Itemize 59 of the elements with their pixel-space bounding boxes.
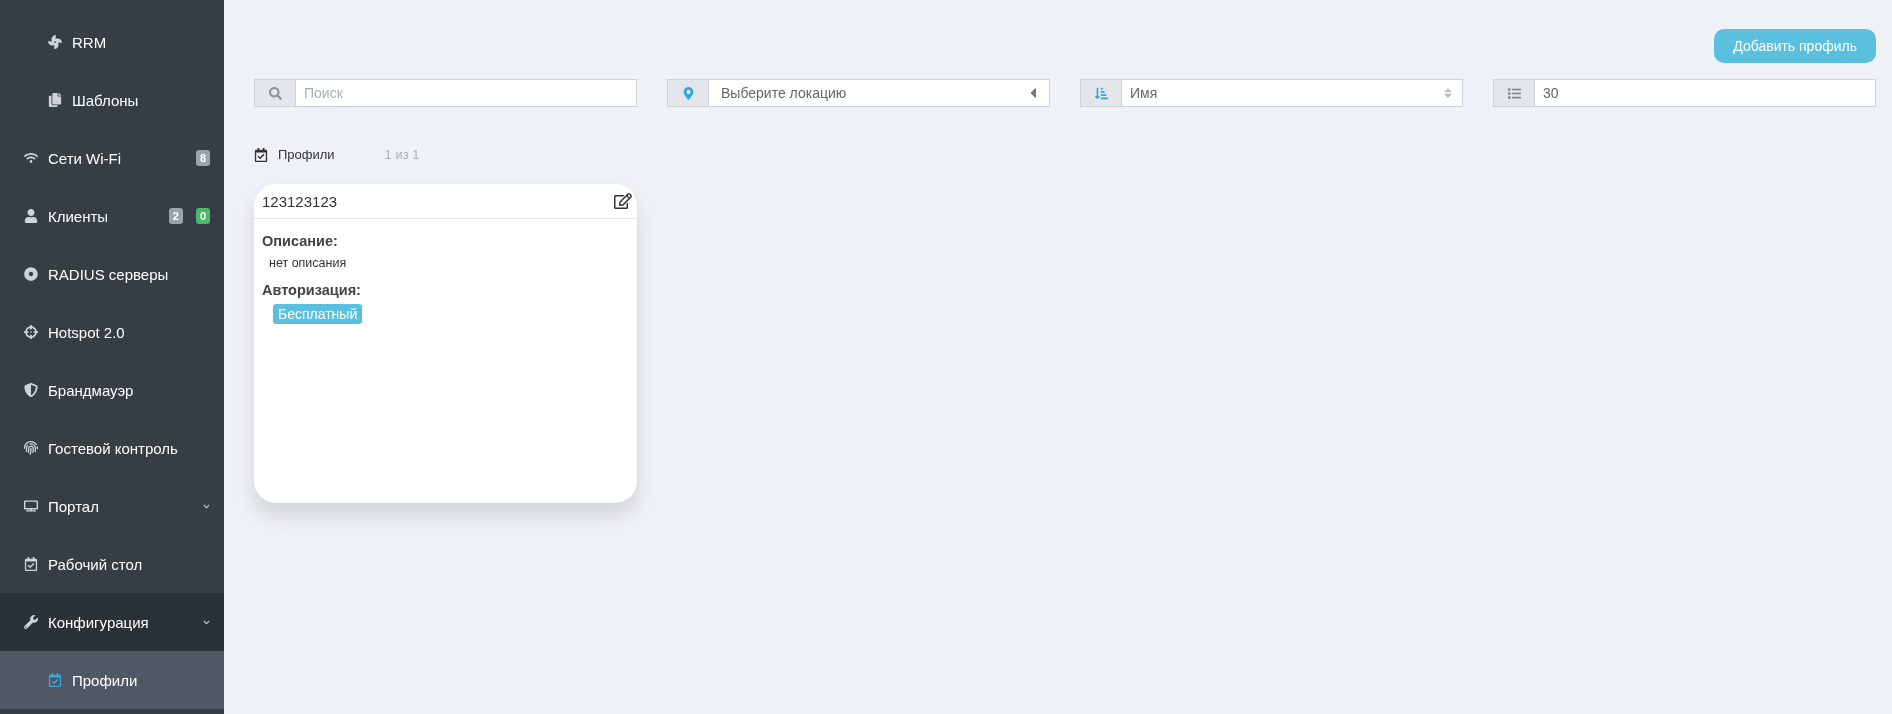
- sidebar-label: RADIUS серверы: [48, 265, 170, 283]
- chevron-icon: [203, 618, 210, 626]
- shield-icon: [24, 383, 38, 397]
- sidebar-item[interactable]: Брандмауэр: [0, 361, 224, 419]
- sidebar-item[interactable]: Конфигурация: [0, 593, 224, 651]
- sort-icon: [1094, 86, 1108, 100]
- field-label: Авторизация:: [262, 282, 361, 298]
- sidebar-item[interactable]: Hotspot 2.0: [0, 303, 224, 361]
- sidebar-label: Брандмауэр: [48, 381, 135, 399]
- map-pin-icon: [681, 86, 695, 100]
- count-badge: 8: [195, 150, 210, 166]
- updown-icon: [1442, 87, 1454, 99]
- calendar-icon: [24, 557, 38, 571]
- sidebar-label: Hotspot 2.0: [48, 323, 126, 341]
- sidebar-label: Сети Wi-Fi: [48, 149, 123, 167]
- wifi-icon: [24, 151, 38, 165]
- sidebar-item[interactable]: Рабочий стол: [0, 535, 224, 593]
- crosshair-icon: [24, 325, 38, 339]
- location-select[interactable]: Выберите локацию: [667, 79, 1050, 107]
- sidebar-item[interactable]: Портал: [0, 477, 224, 535]
- sidebar-label: Клиенты: [48, 207, 110, 225]
- page-size-field[interactable]: 30: [1493, 79, 1876, 107]
- count-badge: 0: [195, 208, 210, 224]
- section-title: Профили: [278, 147, 335, 162]
- sort-select[interactable]: Имя: [1080, 79, 1463, 107]
- user-icon: [24, 209, 38, 223]
- target-icon: [24, 267, 38, 281]
- sidebar-label: Портал: [48, 497, 100, 515]
- search-box[interactable]: Поиск: [254, 79, 637, 107]
- description-text: нет описания: [269, 256, 347, 270]
- sidebar-label: Гостевой контроль: [48, 439, 179, 457]
- count-badge: 2: [168, 208, 183, 224]
- profile-icon: [254, 147, 268, 162]
- sidebar-label: Профили: [72, 671, 139, 689]
- search-icon: [268, 86, 282, 100]
- chevron-icon: [203, 502, 210, 510]
- sidebar-item[interactable]: RADIUS серверы: [0, 245, 224, 303]
- sidebar-label: Конфигурация: [48, 613, 150, 631]
- profile-name: 123123123: [262, 192, 338, 210]
- sidebar-label: Рабочий стол: [48, 555, 144, 573]
- list-icon: [1507, 86, 1521, 100]
- wrench-icon: [24, 615, 38, 629]
- sidebar-item[interactable]: Профили: [0, 651, 224, 709]
- sidebar-label: Шаблоны: [72, 91, 140, 109]
- sidebar-label: RRM: [72, 33, 108, 51]
- edit-icon[interactable]: [614, 192, 632, 210]
- sidebar-item[interactable]: Сети Wi-Fi 8: [0, 129, 224, 187]
- sidebar-item[interactable]: Шаблоны: [0, 71, 224, 129]
- tv-icon: [24, 499, 38, 513]
- result-count: 1 из 1: [384, 147, 420, 162]
- sidebar-item[interactable]: Гостевой контроль: [0, 419, 224, 477]
- sidebar-item[interactable]: Клиенты 2 0: [0, 187, 224, 245]
- field-label: Описание:: [262, 233, 338, 249]
- sidebar-item[interactable]: RRM: [0, 13, 224, 71]
- copy-icon: [48, 93, 62, 107]
- fan-icon: [48, 35, 62, 49]
- fingerprint-icon: [24, 441, 38, 455]
- calendar-icon: [48, 673, 62, 687]
- auth-tag: Бесплатный: [273, 304, 363, 324]
